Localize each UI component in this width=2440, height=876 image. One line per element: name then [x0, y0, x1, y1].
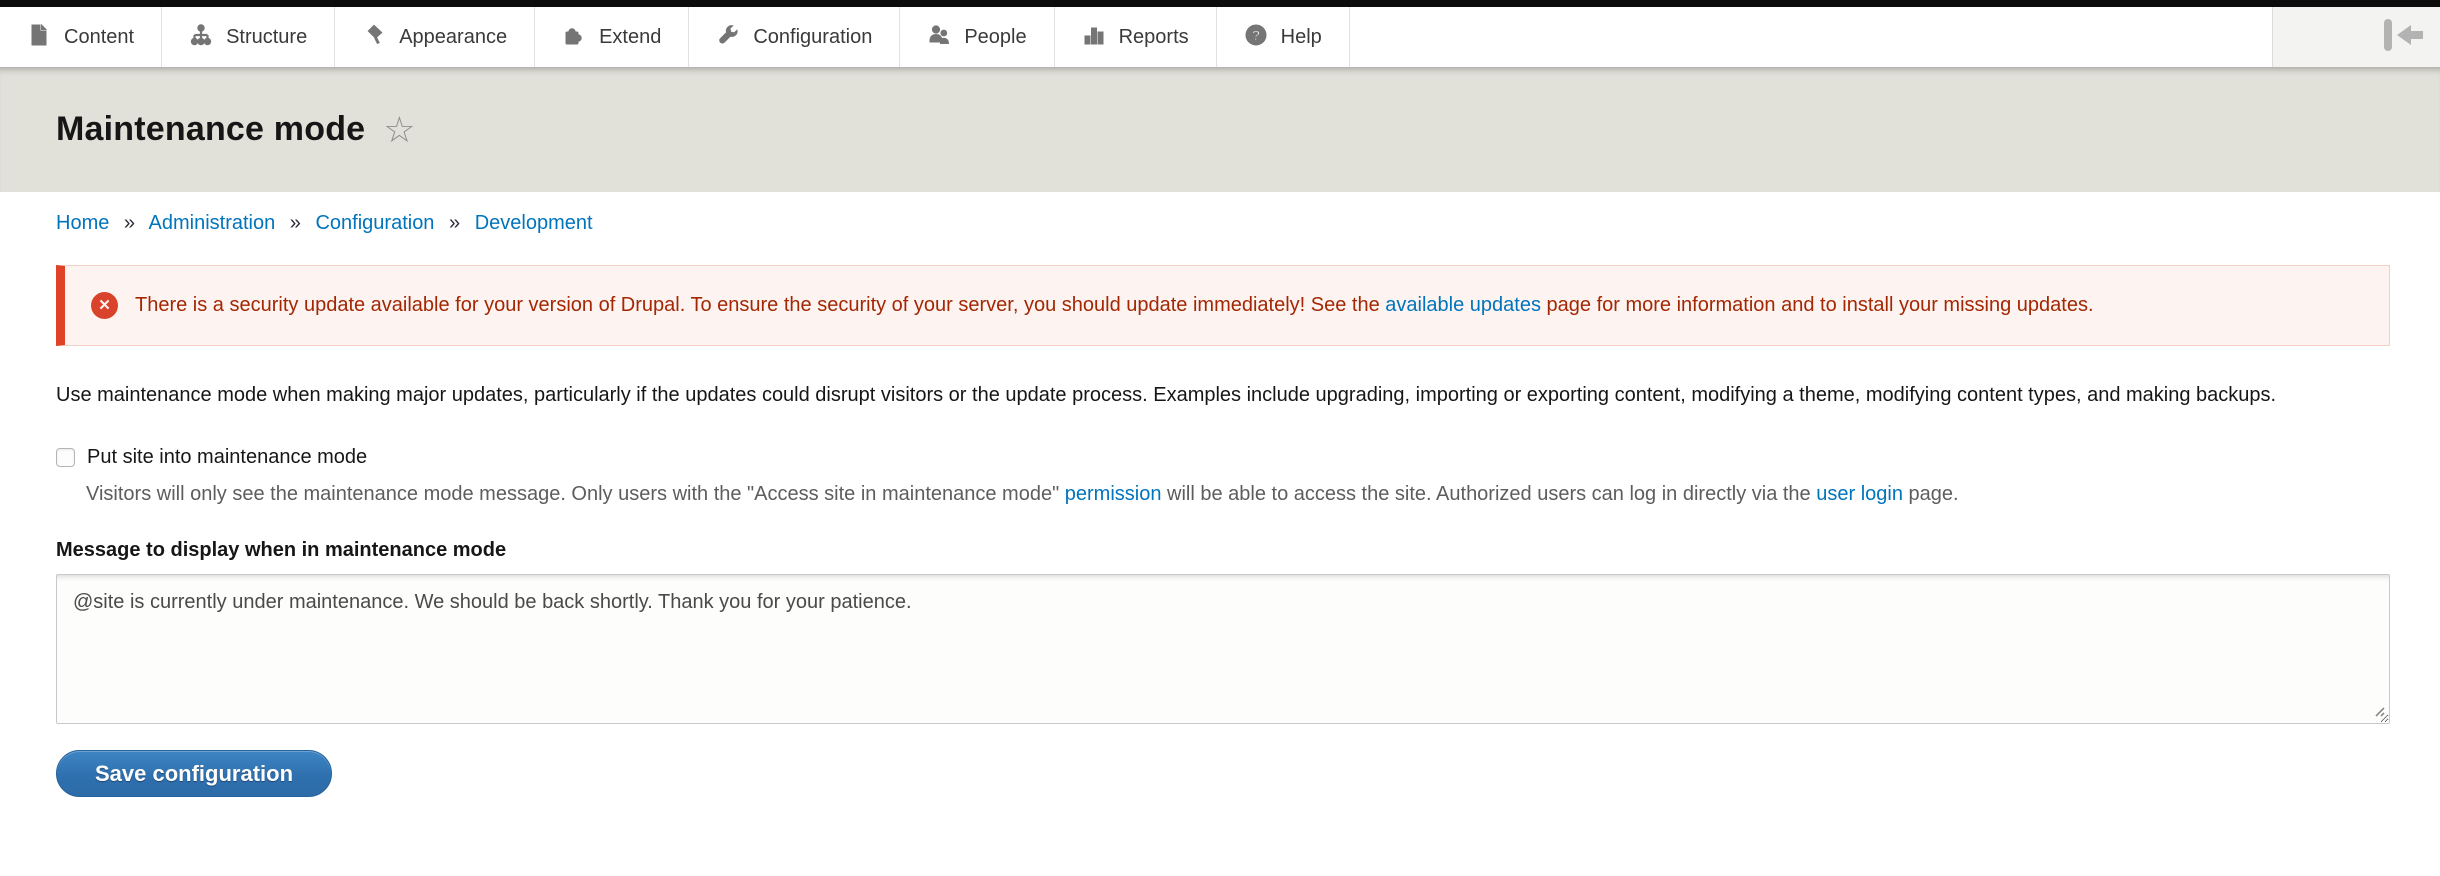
- svg-text:?: ?: [1251, 27, 1260, 43]
- wrench-icon: [716, 23, 740, 52]
- toolbar-item-label: People: [964, 26, 1026, 49]
- error-text-before-link: There is a security update available for…: [135, 294, 1385, 316]
- collapse-left-icon: [2380, 16, 2426, 59]
- toolbar-item-label: Reports: [1119, 26, 1189, 49]
- security-update-error-message: ✕ There is a security update available f…: [56, 265, 2390, 346]
- toolbar-item-label: Configuration: [753, 26, 872, 49]
- maintenance-mode-intro: Use maintenance mode when making major u…: [56, 378, 2390, 412]
- toolbar-collapse-button[interactable]: [2272, 7, 2440, 67]
- maintenance-mode-description: Visitors will only see the maintenance m…: [86, 479, 2390, 509]
- breadcrumb-link-home[interactable]: Home: [56, 212, 109, 234]
- description-part1: Visitors will only see the maintenance m…: [86, 483, 1065, 505]
- error-text-after-link: page for more information and to install…: [1541, 294, 2094, 316]
- breadcrumb-link-administration[interactable]: Administration: [149, 212, 276, 234]
- description-part2: will be able to access the site. Authori…: [1161, 483, 1816, 505]
- toolbar-item-help[interactable]: ? Help: [1217, 7, 1350, 67]
- toolbar-item-label: Help: [1281, 26, 1322, 49]
- maintenance-mode-checkbox[interactable]: [56, 448, 75, 467]
- toolbar-item-content[interactable]: Content: [0, 7, 162, 67]
- permission-link[interactable]: permission: [1065, 483, 1162, 505]
- available-updates-link[interactable]: available updates: [1385, 294, 1541, 316]
- error-message-text: There is a security update available for…: [135, 289, 2094, 322]
- toolbar-spacer: [1350, 7, 2272, 67]
- bar-chart-icon: [1082, 23, 1106, 52]
- message-field-label: Message to display when in maintenance m…: [56, 539, 2390, 562]
- help-question-icon: ?: [1244, 23, 1268, 52]
- toolbar-item-label: Content: [64, 26, 134, 49]
- breadcrumb: Home » Administration » Configuration » …: [0, 192, 2440, 235]
- page-header: Maintenance mode ☆: [0, 67, 2440, 192]
- star-shortcut-icon[interactable]: ☆: [383, 112, 415, 148]
- toolbar-item-label: Appearance: [399, 26, 507, 49]
- maintenance-mode-checkbox-label[interactable]: Put site into maintenance mode: [87, 446, 367, 469]
- structure-icon: [189, 23, 213, 52]
- toolbar-item-appearance[interactable]: Appearance: [335, 7, 535, 67]
- admin-toolbar: Content Structure Appearance Ext: [0, 7, 2440, 67]
- user-login-link[interactable]: user login: [1816, 483, 1903, 505]
- people-icon: [927, 23, 951, 52]
- toolbar-item-extend[interactable]: Extend: [535, 7, 689, 67]
- message-textarea-wrap: @site is currently under maintenance. We…: [56, 574, 2390, 724]
- breadcrumb-separator: »: [124, 212, 135, 234]
- maintenance-message-textarea[interactable]: @site is currently under maintenance. We…: [56, 574, 2390, 724]
- toolbar-item-people[interactable]: People: [900, 7, 1054, 67]
- page-title: Maintenance mode: [56, 110, 365, 149]
- toolbar-item-structure[interactable]: Structure: [162, 7, 335, 67]
- error-circle-x-icon: ✕: [91, 292, 118, 319]
- breadcrumb-link-development[interactable]: Development: [475, 212, 593, 234]
- breadcrumb-separator: »: [449, 212, 460, 234]
- toolbar-item-reports[interactable]: Reports: [1055, 7, 1217, 67]
- toolbar-item-label: Structure: [226, 26, 307, 49]
- paintbrush-icon: [362, 23, 386, 52]
- save-configuration-button[interactable]: Save configuration: [56, 750, 332, 797]
- breadcrumb-link-configuration[interactable]: Configuration: [315, 212, 434, 234]
- maintenance-mode-checkbox-row: Put site into maintenance mode: [56, 446, 2390, 469]
- content-icon: [27, 23, 51, 52]
- toolbar-item-label: Extend: [599, 26, 661, 49]
- top-black-bar: [0, 0, 2440, 7]
- description-part3: page.: [1903, 483, 1959, 505]
- toolbar-item-configuration[interactable]: Configuration: [689, 7, 900, 67]
- breadcrumb-separator: »: [290, 212, 301, 234]
- puzzle-icon: [562, 23, 586, 52]
